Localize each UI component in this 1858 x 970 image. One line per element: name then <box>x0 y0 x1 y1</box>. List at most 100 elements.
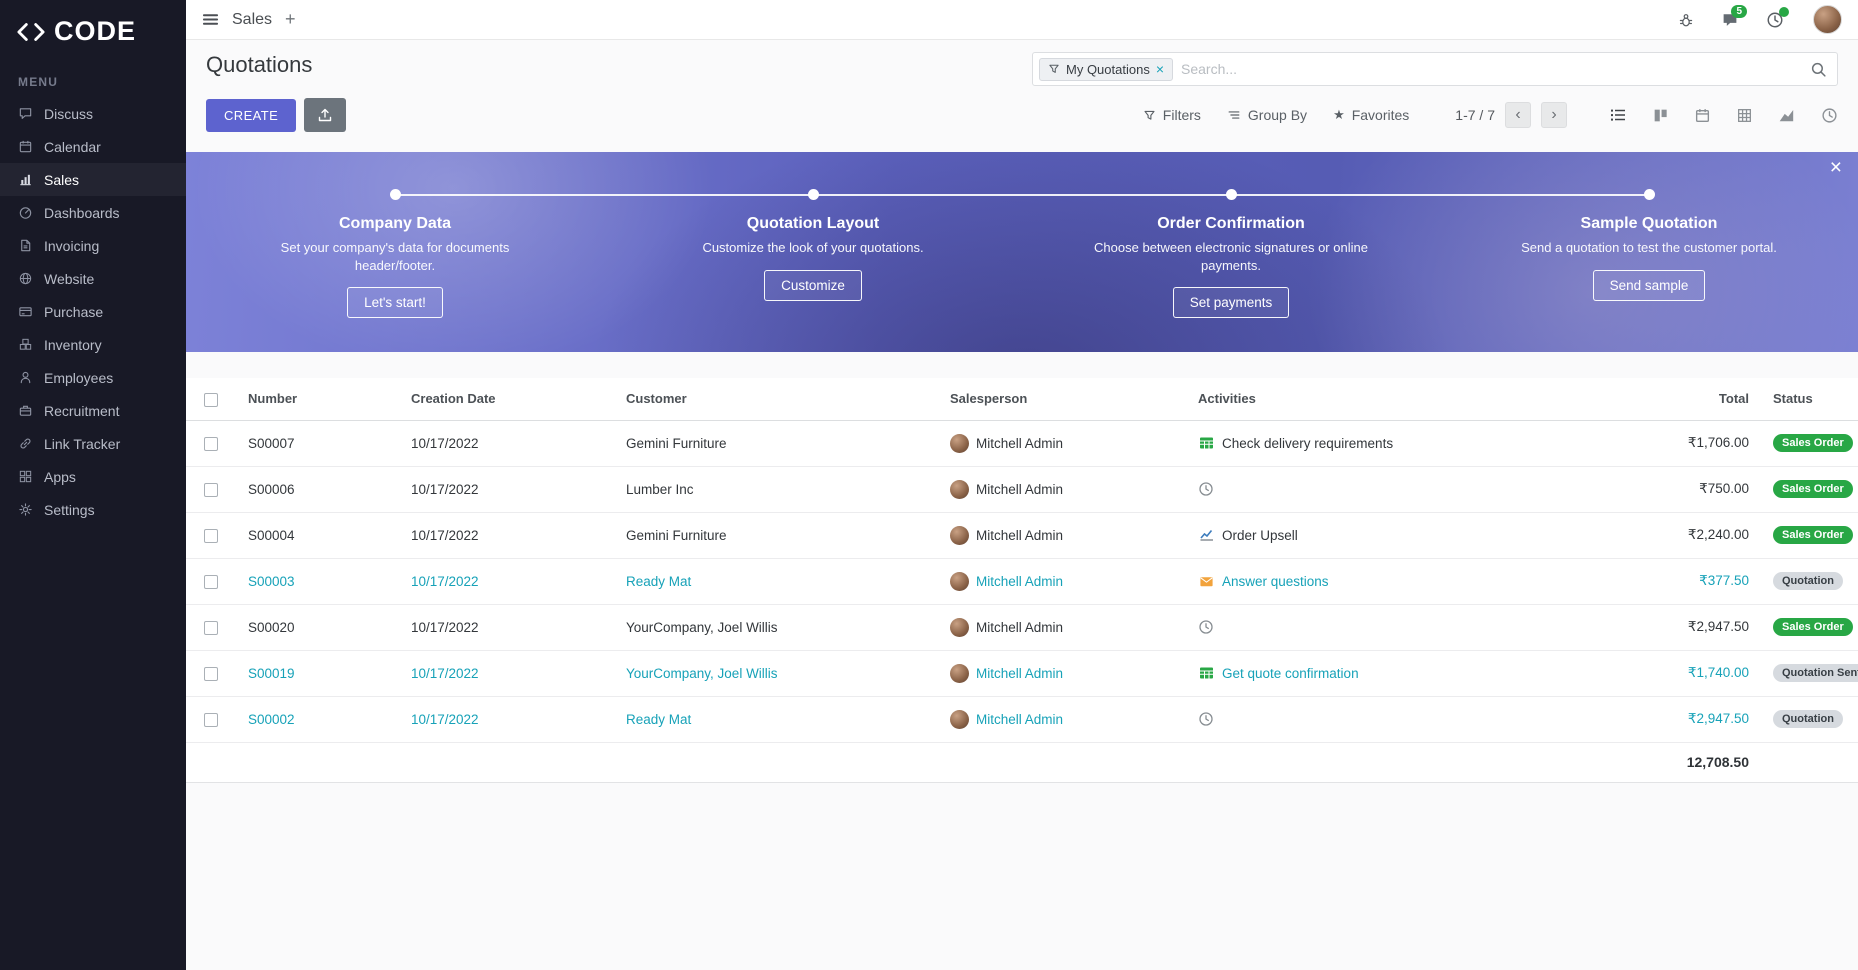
add-tab-button[interactable]: + <box>285 9 296 30</box>
salesperson-avatar <box>950 664 969 683</box>
sidebar-item-inventory[interactable]: Inventory <box>0 328 186 361</box>
activity-label[interactable]: Get quote confirmation <box>1222 666 1359 681</box>
status-badge: Sales Order <box>1773 434 1853 452</box>
activity-view-button[interactable] <box>1821 107 1838 124</box>
activity-label[interactable]: Order Upsell <box>1222 528 1298 543</box>
search-input[interactable] <box>1181 61 1802 77</box>
header-activities[interactable]: Activities <box>1186 378 1626 420</box>
sidebar-item-invoicing[interactable]: Invoicing <box>0 229 186 262</box>
row-checkbox[interactable] <box>204 483 218 497</box>
send-sample-button[interactable]: Send sample <box>1593 270 1706 301</box>
clock-icon[interactable] <box>1198 711 1214 727</box>
set-payments-button[interactable]: Set payments <box>1173 287 1290 318</box>
sidebar-item-settings[interactable]: Settings <box>0 493 186 526</box>
group-by-button[interactable]: Group By <box>1227 107 1307 123</box>
recruitment-icon <box>18 403 33 418</box>
row-checkbox[interactable] <box>204 667 218 681</box>
sidebar-item-apps[interactable]: Apps <box>0 460 186 493</box>
graph-view-button[interactable] <box>1778 106 1796 124</box>
list-view-button[interactable] <box>1609 106 1627 124</box>
lets-start-button[interactable]: Let's start! <box>347 287 443 318</box>
status-badge: Sales Order <box>1773 526 1853 544</box>
pager-next-button[interactable]: › <box>1541 102 1567 128</box>
table-row[interactable]: S00019 10/17/2022 YourCompany, Joel Will… <box>186 650 1858 696</box>
create-button[interactable]: CREATE <box>206 99 296 132</box>
clock-icon[interactable] <box>1198 619 1214 635</box>
spreadsheet-icon[interactable] <box>1198 435 1215 451</box>
sidebar-item-discuss[interactable]: Discuss <box>0 97 186 130</box>
salesperson-name: Mitchell Admin <box>976 436 1063 451</box>
page-title: Quotations <box>206 52 312 78</box>
order-number: S00020 <box>248 620 295 635</box>
debug-button[interactable] <box>1678 12 1694 28</box>
control-panel: Quotations My Quotations × CREATE Filter… <box>186 40 1858 144</box>
table-row[interactable]: S00002 10/17/2022 Ready Mat Mitchell Adm… <box>186 696 1858 742</box>
clock-icon[interactable] <box>1198 481 1214 497</box>
sidebar-item-website[interactable]: Website <box>0 262 186 295</box>
facet-remove-icon[interactable]: × <box>1156 62 1164 76</box>
filters-button[interactable]: Filters <box>1143 107 1201 123</box>
envelope-icon[interactable] <box>1198 574 1215 589</box>
salesperson-name: Mitchell Admin <box>976 620 1063 635</box>
magnifier-icon[interactable] <box>1810 61 1827 78</box>
order-number: S00019 <box>248 666 295 681</box>
table-row[interactable]: S00007 10/17/2022 Gemini Furniture Mitch… <box>186 420 1858 466</box>
favorites-button[interactable]: ★ Favorites <box>1333 107 1409 123</box>
sidebar-item-dashboards[interactable]: Dashboards <box>0 196 186 229</box>
line-chart-icon[interactable] <box>1198 527 1215 543</box>
select-all-header[interactable] <box>186 378 236 420</box>
hamburger-menu-icon[interactable] <box>202 11 219 28</box>
customize-button[interactable]: Customize <box>764 270 862 301</box>
step-dot <box>1644 189 1655 200</box>
upload-button[interactable] <box>304 98 346 132</box>
pager-previous-button[interactable]: ‹ <box>1505 102 1531 128</box>
sidebar-item-employees[interactable]: Employees <box>0 361 186 394</box>
step-quotation-layout: Quotation Layout Customize the look of y… <box>604 189 1022 352</box>
activity-label[interactable]: Check delivery requirements <box>1222 436 1393 451</box>
sidebar-item-link-tracker[interactable]: Link Tracker <box>0 427 186 460</box>
messages-button[interactable]: 5 <box>1721 11 1739 28</box>
customer-name: Gemini Furniture <box>626 528 727 543</box>
topbar-app-label[interactable]: Sales <box>232 11 272 29</box>
table-row[interactable]: S00006 10/17/2022 Lumber Inc Mitchell Ad… <box>186 466 1858 512</box>
header-salesperson[interactable]: Salesperson <box>938 378 1186 420</box>
search-bar[interactable]: My Quotations × <box>1032 52 1838 86</box>
kanban-view-button[interactable] <box>1652 107 1669 124</box>
sidebar-item-purchase[interactable]: Purchase <box>0 295 186 328</box>
row-checkbox[interactable] <box>204 713 218 727</box>
table-row[interactable]: S00004 10/17/2022 Gemini Furniture Mitch… <box>186 512 1858 558</box>
activities-button[interactable] <box>1766 11 1784 29</box>
pager-range[interactable]: 1-7 / 7 <box>1455 107 1495 123</box>
header-customer[interactable]: Customer <box>614 378 938 420</box>
sidebar-item-recruitment[interactable]: Recruitment <box>0 394 186 427</box>
app-logo[interactable]: CODE <box>0 0 186 65</box>
row-checkbox[interactable] <box>204 437 218 451</box>
sidebar-item-calendar[interactable]: Calendar <box>0 130 186 163</box>
banner-close-icon[interactable]: × <box>1830 156 1842 180</box>
select-all-checkbox[interactable] <box>204 393 218 407</box>
row-checkbox[interactable] <box>204 575 218 589</box>
step-description: Send a quotation to test the customer po… <box>1521 239 1777 257</box>
header-number[interactable]: Number <box>236 378 399 420</box>
step-description: Customize the look of your quotations. <box>702 239 923 257</box>
row-checkbox[interactable] <box>204 621 218 635</box>
header-creation-date[interactable]: Creation Date <box>399 378 614 420</box>
header-status[interactable]: Status <box>1761 378 1858 420</box>
pivot-view-button[interactable] <box>1736 107 1753 124</box>
table-row[interactable]: S00003 10/17/2022 Ready Mat Mitchell Adm… <box>186 558 1858 604</box>
row-checkbox[interactable] <box>204 529 218 543</box>
upload-icon <box>317 107 333 123</box>
table-row[interactable]: S00020 10/17/2022 YourCompany, Joel Will… <box>186 604 1858 650</box>
customer-name: Gemini Furniture <box>626 436 727 451</box>
search-facet[interactable]: My Quotations × <box>1039 58 1173 81</box>
activity-label[interactable]: Answer questions <box>1222 574 1329 589</box>
spreadsheet-icon[interactable] <box>1198 665 1215 681</box>
sidebar-item-sales[interactable]: Sales <box>0 163 186 196</box>
user-avatar[interactable] <box>1813 5 1842 34</box>
step-sample-quotation: Sample Quotation Send a quotation to tes… <box>1440 189 1858 352</box>
calendar-view-button[interactable] <box>1694 107 1711 124</box>
quotations-list: Number Creation Date Customer Salesperso… <box>186 378 1858 783</box>
order-number: S00003 <box>248 574 295 589</box>
header-total[interactable]: Total <box>1626 378 1761 420</box>
step-description: Choose between electronic signatures or … <box>1091 239 1371 274</box>
